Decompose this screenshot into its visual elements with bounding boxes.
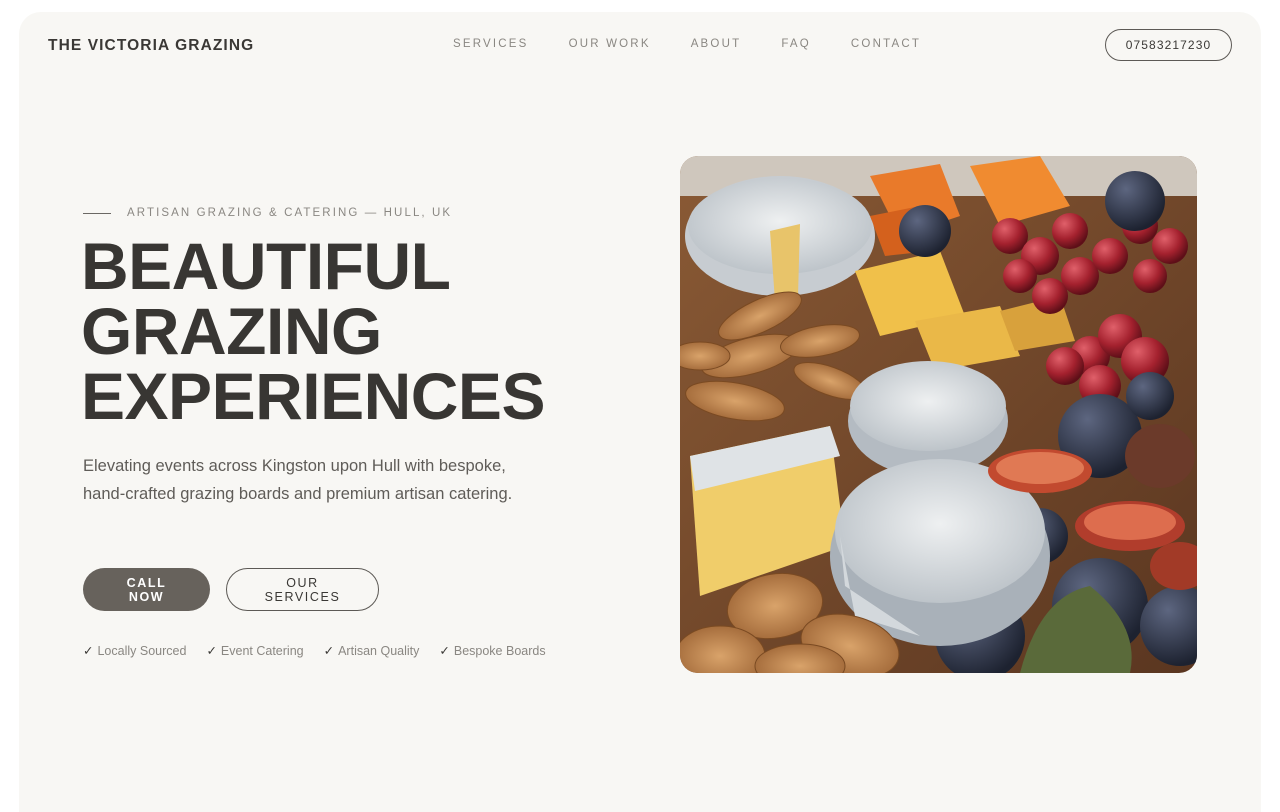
feature-item: ✓ Bespoke Boards — [439, 643, 545, 658]
check-icon: ✓ — [439, 644, 450, 658]
our-services-button[interactable]: OUR SERVICES — [226, 568, 379, 611]
feature-label: Artisan Quality — [338, 644, 420, 658]
check-icon: ✓ — [323, 644, 335, 658]
nav-faq[interactable]: FAQ — [781, 38, 811, 50]
nav-about[interactable]: ABOUT — [691, 38, 742, 50]
nav-contact[interactable]: CONTACT — [851, 38, 921, 50]
call-now-button[interactable]: CALL NOW — [83, 568, 210, 611]
eyebrow-text: ARTISAN GRAZING & CATERING — HULL, UK — [127, 207, 453, 219]
feature-item: ✓ Event Catering — [206, 643, 303, 658]
grazing-board-illustration — [680, 156, 1197, 673]
check-icon: ✓ — [206, 644, 217, 658]
feature-item: ✓ Artisan Quality — [324, 643, 420, 658]
hero-image-grazing-board — [680, 156, 1197, 673]
brand-logo[interactable]: THE VICTORIA GRAZING — [48, 37, 254, 55]
hero-headline: BEAUTIFUL GRAZING EXPERIENCES — [81, 229, 545, 433]
feature-list: ✓ Locally Sourced ✓ Event Catering ✓ Artisa… — [83, 643, 546, 658]
page-container: THE VICTORIA GRAZING SERVICES OUR WORK A… — [19, 12, 1261, 812]
headline-line-3: EXPERIENCES — [81, 359, 545, 433]
eyebrow-rule — [83, 212, 111, 214]
feature-label: Event Catering — [220, 644, 304, 658]
feature-item: ✓ Locally Sourced — [83, 643, 186, 658]
hero-description: Elevating events across Kingston upon Hu… — [83, 457, 513, 503]
headline-line-1: BEAUTIFUL — [81, 229, 451, 303]
check-icon: ✓ — [83, 644, 94, 658]
cta-row: CALL NOW OUR SERVICES — [83, 568, 379, 611]
hero-eyebrow: ARTISAN GRAZING & CATERING — HULL, UK — [83, 207, 452, 219]
headline-line-2: GRAZING — [81, 294, 382, 368]
nav-our-work[interactable]: OUR WORK — [569, 38, 651, 50]
main-nav: SERVICES OUR WORK ABOUT FAQ CONTACT — [453, 38, 921, 50]
feature-label: Bespoke Boards — [453, 644, 546, 658]
nav-services[interactable]: SERVICES — [453, 38, 529, 50]
feature-label: Locally Sourced — [97, 644, 187, 658]
phone-button[interactable]: 07583217230 — [1105, 29, 1232, 61]
